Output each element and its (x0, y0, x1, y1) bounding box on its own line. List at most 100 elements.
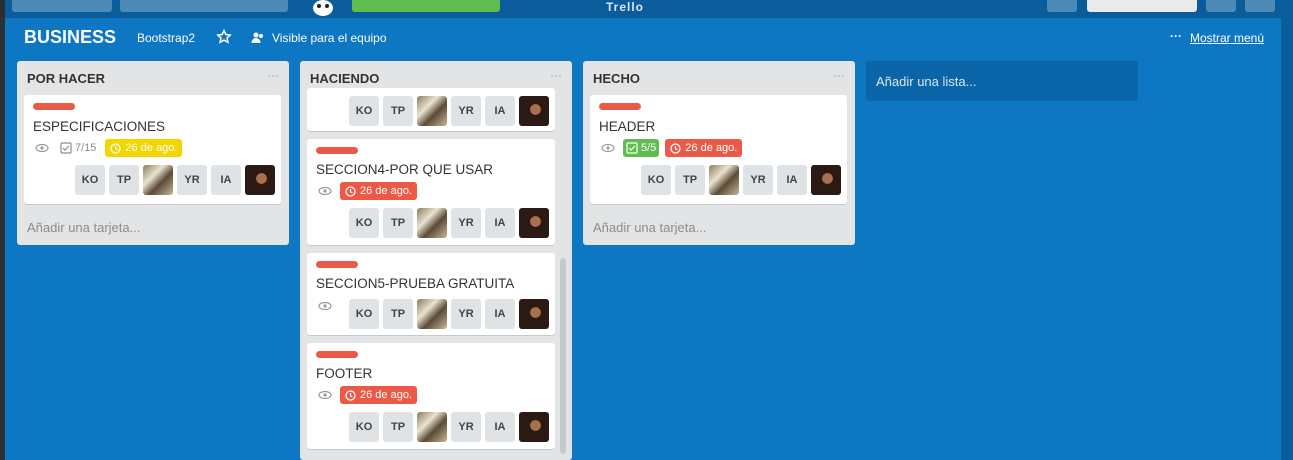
clock-icon (345, 389, 356, 401)
clock-icon (110, 142, 122, 154)
member-avatar-photo[interactable] (519, 96, 549, 126)
member-avatar[interactable]: IA (485, 412, 515, 442)
member-avatar-photo[interactable] (417, 299, 447, 329)
add-list-label: Añadir una lista... (876, 74, 977, 89)
member-avatar[interactable]: KO (349, 208, 379, 238)
member-avatar[interactable]: IA (485, 96, 515, 126)
card-members: KO TP YR IA (75, 165, 275, 195)
list-menu-icon[interactable]: ··· (833, 68, 845, 82)
list-por-hacer: POR HACER ··· ESPECIFICACIONES 7/15 26 d… (17, 61, 289, 245)
watch-icon (601, 143, 615, 153)
list-title[interactable]: POR HACER (27, 71, 105, 86)
watch-icon (318, 186, 332, 196)
member-avatar[interactable]: TP (383, 96, 413, 126)
card-title: FOOTER (316, 366, 373, 381)
card-label (316, 261, 358, 268)
member-avatar-photo[interactable] (417, 96, 447, 126)
member-avatar-photo[interactable] (709, 165, 739, 195)
checklist-count: 7/15 (75, 142, 97, 154)
due-date-badge: 26 de ago. (340, 386, 417, 404)
due-date: 26 de ago. (360, 389, 412, 401)
checklist-count: 5/5 (641, 142, 657, 154)
due-date-badge: 26 de ago. (340, 182, 417, 200)
member-avatar[interactable]: KO (349, 412, 379, 442)
checklist-icon (626, 142, 638, 154)
card-badges: 26 de ago. (316, 386, 417, 404)
member-avatar-photo[interactable] (417, 412, 447, 442)
member-avatar[interactable]: IA (777, 165, 807, 195)
add-card-button[interactable]: Añadir una tarjeta... (27, 220, 140, 235)
add-list-button[interactable]: Añadir una lista... (866, 61, 1138, 101)
list-menu-icon[interactable]: ··· (267, 68, 279, 82)
member-avatar[interactable]: TP (109, 165, 139, 195)
card-badges (316, 297, 334, 315)
boards-button[interactable] (12, 0, 112, 12)
member-avatar[interactable]: TP (383, 208, 413, 238)
member-avatar[interactable]: KO (349, 96, 379, 126)
profile-button[interactable] (1087, 0, 1197, 12)
watch-icon (35, 143, 49, 153)
top-header-bar: Trello (0, 0, 1293, 18)
card-footer[interactable]: FOOTER 26 de ago. KO TP YR IA (307, 343, 555, 449)
upgrade-button[interactable] (352, 0, 500, 12)
card-seccion4[interactable]: SECCION4-POR QUE USAR 26 de ago. KO TP Y… (307, 139, 555, 245)
card-seccion5[interactable]: SECCION5-PRUEBA GRATUITA KO TP YR IA (307, 253, 555, 335)
list-haciendo: HACIENDO ··· KO TP YR IA SECCION4-POR QU… (300, 61, 572, 460)
member-avatar[interactable]: YR (451, 299, 481, 329)
member-avatar-photo[interactable] (417, 208, 447, 238)
list-scrollbar[interactable] (560, 258, 566, 454)
member-avatar[interactable]: IA (211, 165, 241, 195)
add-button[interactable] (1047, 0, 1077, 12)
trello-logo: Trello (606, 0, 645, 14)
checklist-badge: 5/5 (623, 139, 660, 157)
board-title[interactable]: BUSINESS (24, 27, 116, 48)
member-avatar-photo[interactable] (519, 299, 549, 329)
team-name[interactable]: Bootstrap2 (137, 31, 195, 45)
card-header[interactable]: HEADER 5/5 26 de ago. KO TP YR IA (590, 95, 847, 204)
list-menu-icon[interactable]: ··· (550, 68, 562, 82)
card-label (33, 103, 75, 110)
show-menu-link[interactable]: Mostrar menú (1190, 31, 1264, 45)
team-visibility-icon[interactable] (251, 31, 264, 44)
checklist-icon (60, 142, 72, 154)
add-card-button[interactable]: Añadir una tarjeta... (593, 220, 706, 235)
list-hecho: HECHO ··· HEADER 5/5 26 de ago. KO TP YR… (583, 61, 855, 245)
member-avatar-photo[interactable] (143, 165, 173, 195)
star-icon[interactable] (216, 29, 232, 45)
card-members: KO TP YR IA (349, 412, 549, 442)
card-partial[interactable]: KO TP YR IA (307, 88, 555, 131)
card-label (599, 103, 641, 110)
member-avatar[interactable]: YR (743, 165, 773, 195)
member-avatar-photo[interactable] (519, 412, 549, 442)
member-avatar[interactable]: TP (383, 299, 413, 329)
member-avatar[interactable]: TP (383, 412, 413, 442)
member-avatar-photo[interactable] (245, 165, 275, 195)
member-avatar-photo[interactable] (519, 208, 549, 238)
member-avatar[interactable]: YR (451, 96, 481, 126)
notifications-button[interactable] (1245, 0, 1275, 12)
member-avatar[interactable]: IA (485, 299, 515, 329)
mascot-icon (313, 0, 333, 16)
menu-dots-icon[interactable]: ··· (1170, 29, 1182, 43)
search-input[interactable] (120, 0, 288, 12)
member-avatar-photo[interactable] (811, 165, 841, 195)
member-avatar[interactable]: KO (75, 165, 105, 195)
info-button[interactable] (1206, 0, 1236, 12)
member-avatar[interactable]: YR (177, 165, 207, 195)
list-title[interactable]: HACIENDO (310, 71, 379, 86)
card-title: SECCION4-POR QUE USAR (316, 162, 494, 177)
member-avatar[interactable]: IA (485, 208, 515, 238)
card-members: KO TP YR IA (641, 165, 841, 195)
member-avatar[interactable]: KO (349, 299, 379, 329)
member-avatar[interactable]: KO (641, 165, 671, 195)
card-title: HEADER (599, 119, 656, 134)
board-header: BUSINESS Bootstrap2 Visible para el equi… (0, 18, 1293, 58)
card-especificaciones[interactable]: ESPECIFICACIONES 7/15 26 de ago. KO TP Y… (24, 95, 281, 204)
visibility-label[interactable]: Visible para el equipo (272, 31, 387, 45)
due-date: 26 de ago. (125, 142, 178, 154)
checklist-badge: 7/15 (57, 139, 99, 157)
list-title[interactable]: HECHO (593, 71, 640, 86)
member-avatar[interactable]: YR (451, 208, 481, 238)
member-avatar[interactable]: TP (675, 165, 705, 195)
member-avatar[interactable]: YR (451, 412, 481, 442)
